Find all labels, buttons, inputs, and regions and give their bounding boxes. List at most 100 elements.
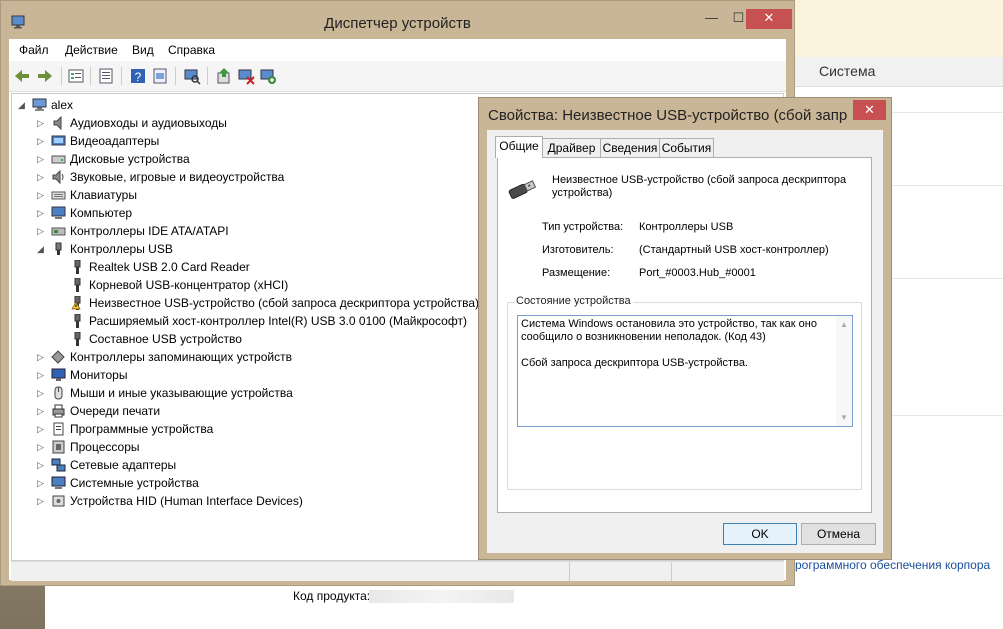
menu-bar: Файл Действие Вид Справка	[9, 39, 786, 61]
device-name: Неизвестное USB-устройство (сбой запроса…	[552, 174, 847, 199]
menu-view[interactable]: Вид	[132, 43, 154, 57]
forward-icon[interactable]	[36, 67, 54, 85]
scroll-down-icon[interactable]: ▼	[840, 411, 848, 424]
properties-icon[interactable]	[97, 67, 115, 85]
tab-events[interactable]: События	[659, 138, 714, 157]
disable-device-icon[interactable]	[237, 67, 255, 85]
status-text-line: сообщило о возникновении неполадок. (Код…	[521, 331, 766, 343]
expand-arrow-icon[interactable]: ▷	[37, 150, 47, 168]
usb-plug-icon	[74, 260, 81, 274]
usb-device-icon	[508, 180, 537, 199]
computer-icon	[51, 206, 66, 219]
expand-arrow-icon[interactable]: ▷	[37, 420, 47, 438]
usb-controller-icon	[55, 242, 62, 255]
manufacturer-value: (Стандартный USB хост-контроллер)	[639, 244, 829, 256]
tab-driver[interactable]: Драйвер	[542, 138, 601, 157]
expand-arrow-icon[interactable]: ▷	[37, 204, 47, 222]
usb-plug-icon	[74, 332, 81, 346]
status-text-blank	[521, 344, 849, 357]
menu-help[interactable]: Справка	[168, 43, 215, 57]
general-tab-panel: Неизвестное USB-устройство (сбой запроса…	[497, 157, 872, 513]
software-device-icon	[53, 422, 64, 436]
monitor-icon	[51, 368, 66, 381]
scan-hardware-icon[interactable]	[183, 67, 201, 85]
scroll-up-icon[interactable]: ▲	[840, 318, 848, 331]
toolbar: ?	[9, 61, 786, 92]
cancel-button[interactable]: Отмена	[801, 523, 876, 545]
tree-device-label: Составное USB устройство	[89, 332, 242, 346]
tab-details[interactable]: Сведения	[600, 138, 660, 157]
status-bar-divider	[569, 562, 570, 581]
toolbar-separator	[90, 67, 91, 85]
tab-general[interactable]: Общие	[495, 136, 543, 158]
properties-sheet-icon[interactable]	[151, 67, 169, 85]
device-type-label: Тип устройства:	[542, 221, 624, 233]
close-button[interactable]: ✕	[746, 9, 792, 29]
device-status-group-title: Состояние устройства	[514, 295, 633, 307]
ide-controller-icon	[51, 227, 66, 236]
menu-file[interactable]: Файл	[19, 43, 49, 57]
speaker-icon	[53, 116, 62, 130]
expand-arrow-icon[interactable]: ▷	[37, 492, 47, 510]
minimize-button[interactable]: —	[698, 9, 725, 29]
tree-view-icon[interactable]	[67, 67, 85, 85]
expand-arrow-icon[interactable]: ▷	[37, 402, 47, 420]
location-value: Port_#0003.Hub_#0001	[639, 267, 756, 279]
tree-category-label: Системные устройства	[70, 476, 199, 490]
expand-arrow-icon[interactable]: ▷	[37, 114, 47, 132]
system-window-title: Система	[795, 57, 1003, 87]
expand-arrow-icon[interactable]: ▷	[37, 186, 47, 204]
expand-arrow-icon[interactable]: ▷	[37, 168, 47, 186]
expand-arrow-icon[interactable]: ▷	[37, 348, 47, 366]
status-bar	[11, 561, 784, 581]
tree-category-label: Сетевые адаптеры	[70, 458, 177, 472]
keyboard-icon	[51, 191, 66, 200]
properties-dialog-body: Общие Драйвер Сведения События Неизвестн…	[487, 130, 883, 553]
tree-category-label: Видеоадаптеры	[70, 134, 160, 148]
status-scrollbar[interactable]: ▲ ▼	[836, 316, 852, 426]
uninstall-device-icon[interactable]	[259, 67, 277, 85]
tree-category-label: Контроллеры запоминающих устройств	[70, 350, 292, 364]
collapse-arrow-icon[interactable]: ◢	[18, 96, 28, 114]
tree-category-label: Звуковые, игровые и видеоустройства	[70, 170, 285, 184]
toolbar-separator	[207, 67, 208, 85]
tree-category-label: Программные устройства	[70, 422, 214, 436]
hid-icon	[52, 495, 65, 507]
collapse-arrow-icon[interactable]: ◢	[37, 240, 47, 258]
software-license-link[interactable]: рограммного обеспечения корпора	[795, 558, 1003, 572]
tree-category-label: Аудиовходы и аудиовыходы	[70, 116, 227, 130]
menu-action[interactable]: Действие	[65, 43, 118, 57]
processor-icon	[52, 440, 65, 454]
device-manager-titlebar[interactable]: Диспетчер устройств — ☐ ✕	[1, 1, 794, 39]
location-label: Размещение:	[542, 267, 611, 279]
expand-arrow-icon[interactable]: ▷	[37, 222, 47, 240]
disk-drive-icon	[51, 155, 66, 164]
expand-arrow-icon[interactable]: ▷	[37, 132, 47, 150]
expand-arrow-icon[interactable]: ▷	[37, 456, 47, 474]
status-text-line: Сбой запроса дескриптора USB-устройства.	[521, 357, 748, 369]
product-code-label: Код продукта:	[293, 589, 371, 603]
usb-plug-icon	[74, 314, 81, 328]
tree-category-label: Дисковые устройства	[70, 152, 190, 166]
toolbar-separator	[175, 67, 176, 85]
properties-dialog: Свойства: Неизвестное USB-устройство (сб…	[478, 97, 892, 560]
expand-arrow-icon[interactable]: ▷	[37, 384, 47, 402]
toolbar-separator	[121, 67, 122, 85]
tree-device-label: Корневой USB-концентратор (xHCI)	[89, 278, 289, 292]
expand-arrow-icon[interactable]: ▷	[37, 474, 47, 492]
update-driver-icon[interactable]	[215, 67, 233, 85]
computer-root-icon	[32, 98, 47, 111]
help-icon[interactable]: ?	[129, 67, 147, 85]
ok-button[interactable]: OK	[723, 523, 797, 545]
tree-category-label: Контроллеры USB	[70, 242, 173, 256]
printer-icon	[52, 404, 65, 418]
tree-category-label: Мыши и иные указывающие устройства	[70, 386, 293, 400]
dialog-close-button[interactable]: ✕	[853, 100, 886, 120]
toolbar-separator	[61, 67, 62, 85]
back-icon[interactable]	[13, 67, 31, 85]
mouse-icon	[54, 386, 63, 400]
device-status-textbox[interactable]: Система Windows остановила это устройств…	[517, 315, 853, 427]
tree-device-label: Расширяемый хост-контроллер Intel(R) USB…	[89, 314, 467, 328]
expand-arrow-icon[interactable]: ▷	[37, 366, 47, 384]
expand-arrow-icon[interactable]: ▷	[37, 438, 47, 456]
